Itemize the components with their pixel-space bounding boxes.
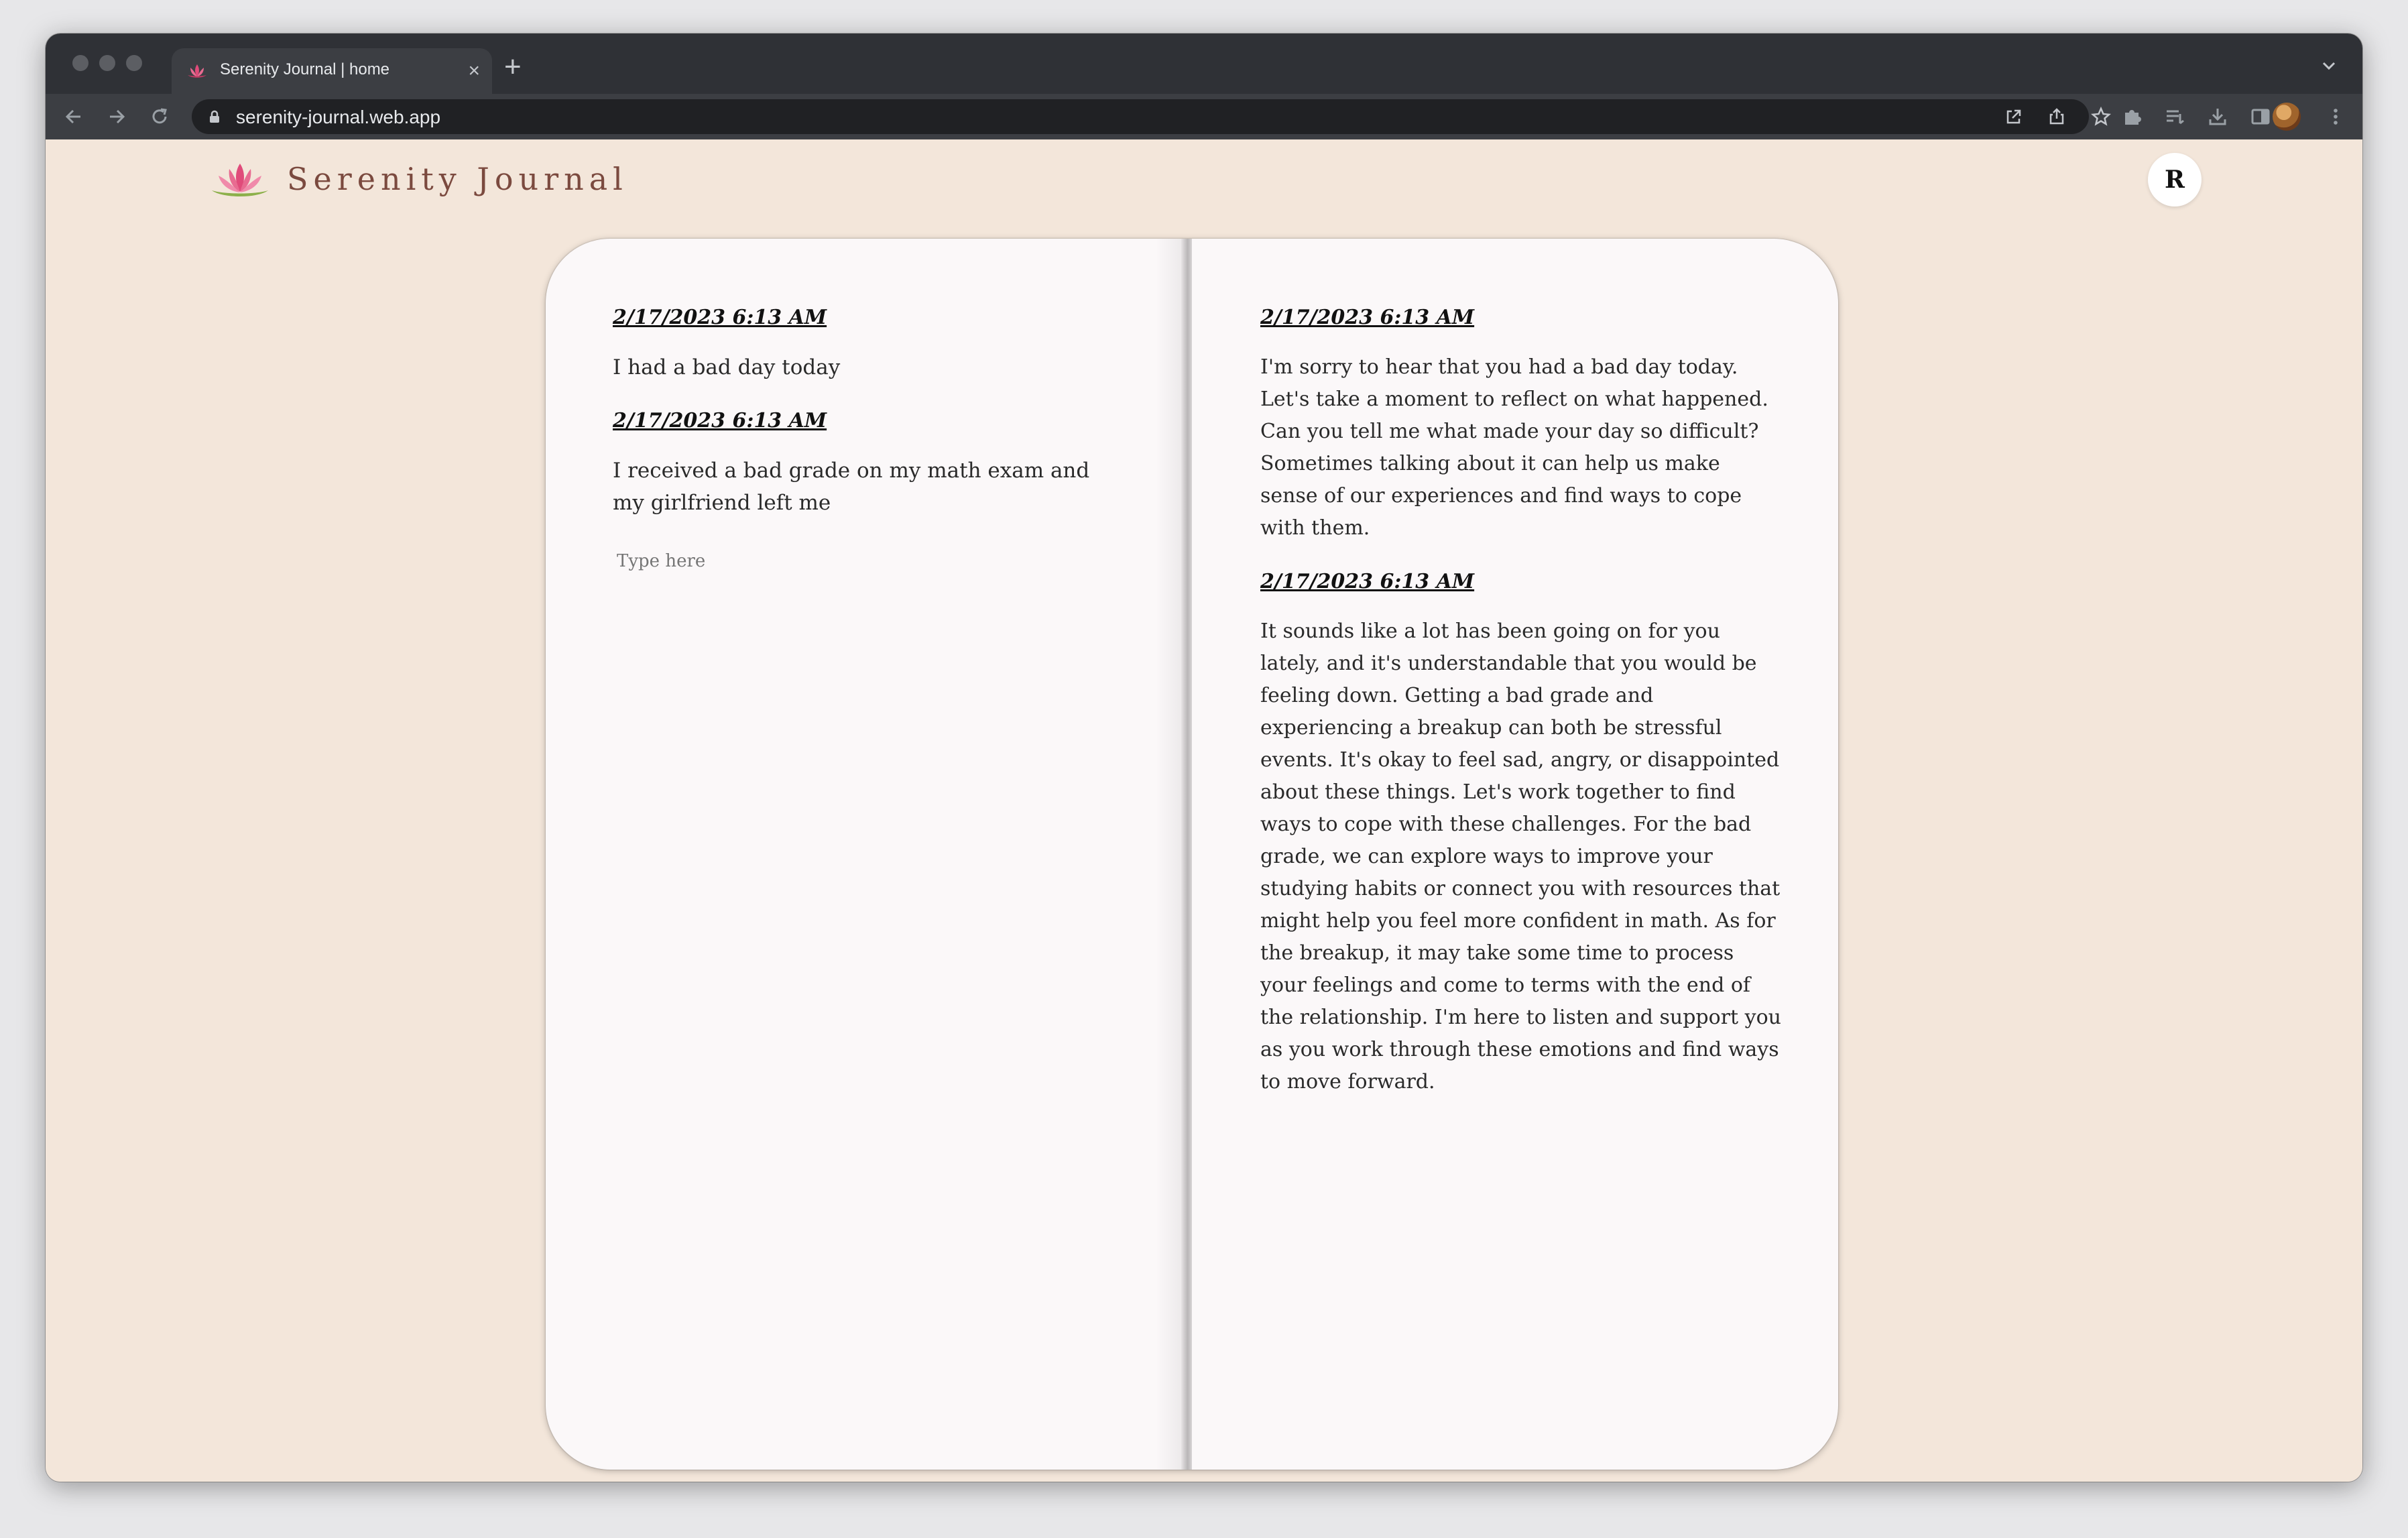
lotus-icon[interactable] xyxy=(209,160,271,202)
window-zoom-dot[interactable] xyxy=(126,55,142,71)
download-icon[interactable] xyxy=(2204,103,2231,130)
browser-tab[interactable]: Serenity Journal | home × xyxy=(172,48,492,94)
left-page: 2/17/2023 6:13 AM I had a bad day today … xyxy=(613,303,1122,577)
window-minimize-dot[interactable] xyxy=(99,55,115,71)
chevron-down-icon[interactable] xyxy=(2315,52,2342,79)
arrow-left-icon[interactable] xyxy=(60,103,87,130)
lotus-favicon-icon xyxy=(188,64,206,78)
response-timestamp: 2/17/2023 6:13 AM xyxy=(1260,306,1475,329)
browser-window: Serenity Journal | home × + serenity-jou… xyxy=(46,34,2362,1482)
user-avatar[interactable]: R xyxy=(2148,153,2202,206)
star-icon[interactable] xyxy=(2089,105,2113,129)
page-content: Serenity Journal R 2/17/2023 6:13 AM I h… xyxy=(46,139,2362,1482)
address-bar[interactable]: serenity-journal.web.app xyxy=(192,99,2112,134)
kebab-menu-icon[interactable] xyxy=(2322,103,2349,130)
right-page: 2/17/2023 6:13 AM I'm sorry to hear that… xyxy=(1260,303,1783,1121)
puzzle-icon[interactable] xyxy=(2118,103,2145,130)
app-name[interactable]: Serenity Journal xyxy=(287,161,628,197)
journal-entry-input[interactable] xyxy=(613,546,1087,577)
browser-profile-avatar[interactable] xyxy=(2273,103,2301,131)
user-entry: I received a bad grade on my math exam a… xyxy=(613,459,1090,515)
reading-list-icon[interactable] xyxy=(2161,103,2188,130)
open-external-icon[interactable] xyxy=(2002,105,2026,129)
new-tab-button[interactable]: + xyxy=(504,52,522,82)
assistant-response: I'm sorry to hear that you had a bad day… xyxy=(1260,355,1768,540)
tab-strip: Serenity Journal | home × + xyxy=(46,34,2362,94)
entry-timestamp: 2/17/2023 6:13 AM xyxy=(613,409,827,432)
entry-timestamp: 2/17/2023 6:13 AM xyxy=(613,306,827,329)
side-panel-icon[interactable] xyxy=(2247,103,2274,130)
url-text[interactable]: serenity-journal.web.app xyxy=(236,107,440,128)
assistant-response: It sounds like a lot has been going on f… xyxy=(1260,619,1781,1093)
tab-title: Serenity Journal | home xyxy=(220,60,390,78)
book-spine-shadow xyxy=(1156,239,1183,1470)
book-spine xyxy=(1181,239,1192,1470)
reload-icon[interactable] xyxy=(146,103,173,130)
user-entry: I had a bad day today xyxy=(613,355,841,379)
response-timestamp: 2/17/2023 6:13 AM xyxy=(1260,570,1475,593)
arrow-right-icon[interactable] xyxy=(103,103,130,130)
window-close-dot[interactable] xyxy=(72,55,88,71)
tab-close-icon[interactable]: × xyxy=(468,58,480,84)
lock-icon[interactable] xyxy=(206,109,223,125)
browser-toolbar: serenity-journal.web.app xyxy=(46,94,2362,139)
journal-book: 2/17/2023 6:13 AM I had a bad day today … xyxy=(546,239,1838,1470)
share-icon[interactable] xyxy=(2045,105,2069,129)
